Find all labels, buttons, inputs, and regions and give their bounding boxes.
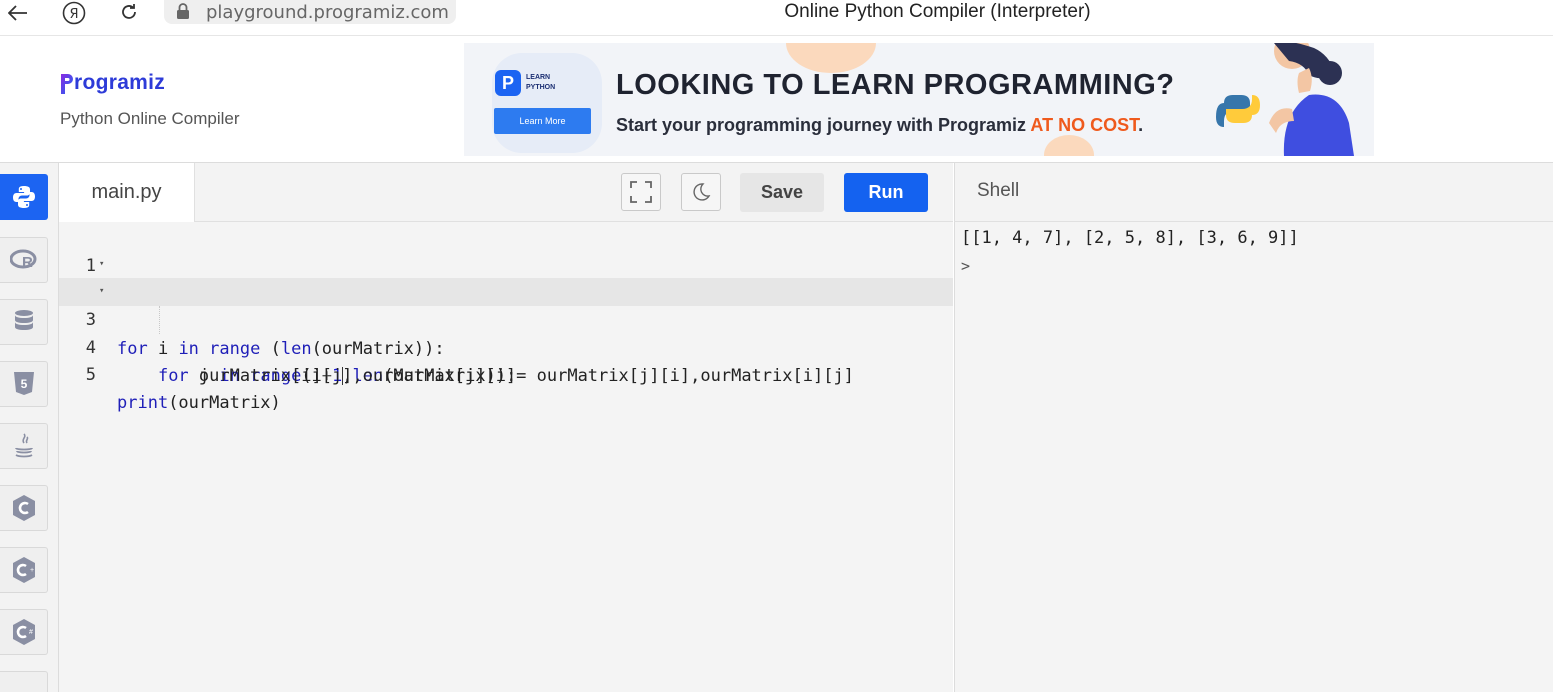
sidebar-item-csharp[interactable]: #: [0, 609, 48, 655]
programiz-logo-icon: [61, 74, 73, 94]
c-icon: [12, 495, 35, 521]
dark-mode-button[interactable]: [681, 173, 721, 211]
ad-subtext: Start your programming journey with Prog…: [616, 115, 1143, 136]
fold-arrow-icon[interactable]: ▾: [99, 250, 104, 278]
shell-output[interactable]: [[1, 4, 7], [2, 5, 8], [3, 6, 9]] >: [954, 222, 1553, 692]
sidebar-item-python[interactable]: [0, 174, 48, 220]
svg-text:+: +: [30, 567, 34, 574]
html5-icon: 5: [13, 372, 34, 395]
code-editor[interactable]: 1 ourMatrix=[[1,2,3],[4,5,6],[7,8,9]] 2 …: [59, 222, 953, 692]
svg-text:5: 5: [20, 377, 27, 391]
ad-card-text: LEARN PYTHON: [526, 74, 556, 91]
ad-subtext-main: Start your programming journey with Prog…: [616, 115, 1027, 135]
ad-decoration: [1044, 135, 1094, 156]
fullscreen-button[interactable]: [621, 173, 661, 211]
code-text: ourMatrix[i][j],ourMatrix[j][i]= ourMatr…: [117, 366, 854, 386]
logo-text: rogramiz: [74, 71, 166, 94]
ad-banner[interactable]: P LEARN PYTHON Learn More LOOKING TO LEA…: [464, 43, 1374, 156]
sidebar-item-r[interactable]: R: [0, 237, 48, 283]
code-text: print(ourMatrix): [117, 393, 281, 413]
ad-learn-more-button[interactable]: Learn More: [494, 108, 591, 134]
shell-header: Shell: [954, 163, 1553, 222]
svg-text:R: R: [22, 254, 33, 271]
programiz-logo[interactable]: rogramiz: [60, 70, 165, 96]
sidebar-item-java[interactable]: [0, 423, 48, 469]
tab-main-py[interactable]: main.py: [59, 163, 195, 222]
fullscreen-icon: [630, 181, 652, 203]
sidebar-item-sql[interactable]: [0, 299, 48, 345]
code-line-2[interactable]: 2 ▾ for i in range (len(ourMatrix)):: [59, 250, 953, 359]
ad-decoration: [492, 53, 602, 153]
sidebar-item-html[interactable]: 5: [0, 361, 48, 407]
shell-title: Shell: [977, 180, 1020, 201]
site-header: rogramiz Python Online Compiler P LEARN …: [0, 36, 1553, 163]
line-number: 5: [85, 365, 96, 385]
code-line-3[interactable]: 3 ▾ for j in range(i+1,len(ourMatrix)):: [59, 277, 953, 386]
code-line-5[interactable]: 5 print(ourMatrix): [59, 333, 953, 413]
run-button[interactable]: Run: [844, 173, 928, 212]
ad-subtext-accent: AT NO COST: [1030, 115, 1139, 135]
sidebar-item-c[interactable]: [0, 485, 48, 531]
cpp-icon: +: [12, 557, 35, 583]
sidebar-item-more[interactable]: [0, 671, 48, 692]
save-button[interactable]: Save: [740, 173, 824, 212]
java-icon: [14, 433, 33, 458]
page-subtitle: Python Online Compiler: [60, 109, 240, 128]
moon-icon: [693, 183, 711, 201]
window-title: Online Python Compiler (Interpreter): [784, 1, 1091, 22]
browser-toolbar: Я playground.programiz.com Online Python…: [0, 0, 1553, 36]
editor-toolbar: main.py Save Run: [59, 163, 953, 222]
ad-programiz-icon: P: [495, 70, 521, 96]
svg-text:#: #: [29, 629, 33, 636]
ad-headline: LOOKING TO LEARN PROGRAMMING?: [616, 69, 1175, 101]
shell-output-text: [[1, 4, 7], [2, 5, 8], [3, 6, 9]]: [961, 228, 1299, 248]
ad-subtext-end: .: [1138, 115, 1144, 135]
language-sidebar: R 5 + #: [0, 163, 59, 692]
r-icon: R: [9, 249, 36, 271]
python-icon: [12, 186, 35, 208]
shell-prompt[interactable]: >: [961, 252, 970, 280]
csharp-icon: #: [12, 619, 35, 645]
fold-arrow-icon[interactable]: ▾: [99, 277, 104, 305]
code-line-1[interactable]: 1 ourMatrix=[[1,2,3],[4,5,6],[7,8,9]]: [59, 224, 953, 304]
database-icon: [14, 310, 33, 330]
sidebar-item-cpp[interactable]: +: [0, 547, 48, 593]
ad-person-illustration: [1216, 43, 1354, 156]
code-line-4[interactable]: 4 ourMatrix[i][j],ourMatrix[j][i]= ourMa…: [59, 306, 953, 386]
